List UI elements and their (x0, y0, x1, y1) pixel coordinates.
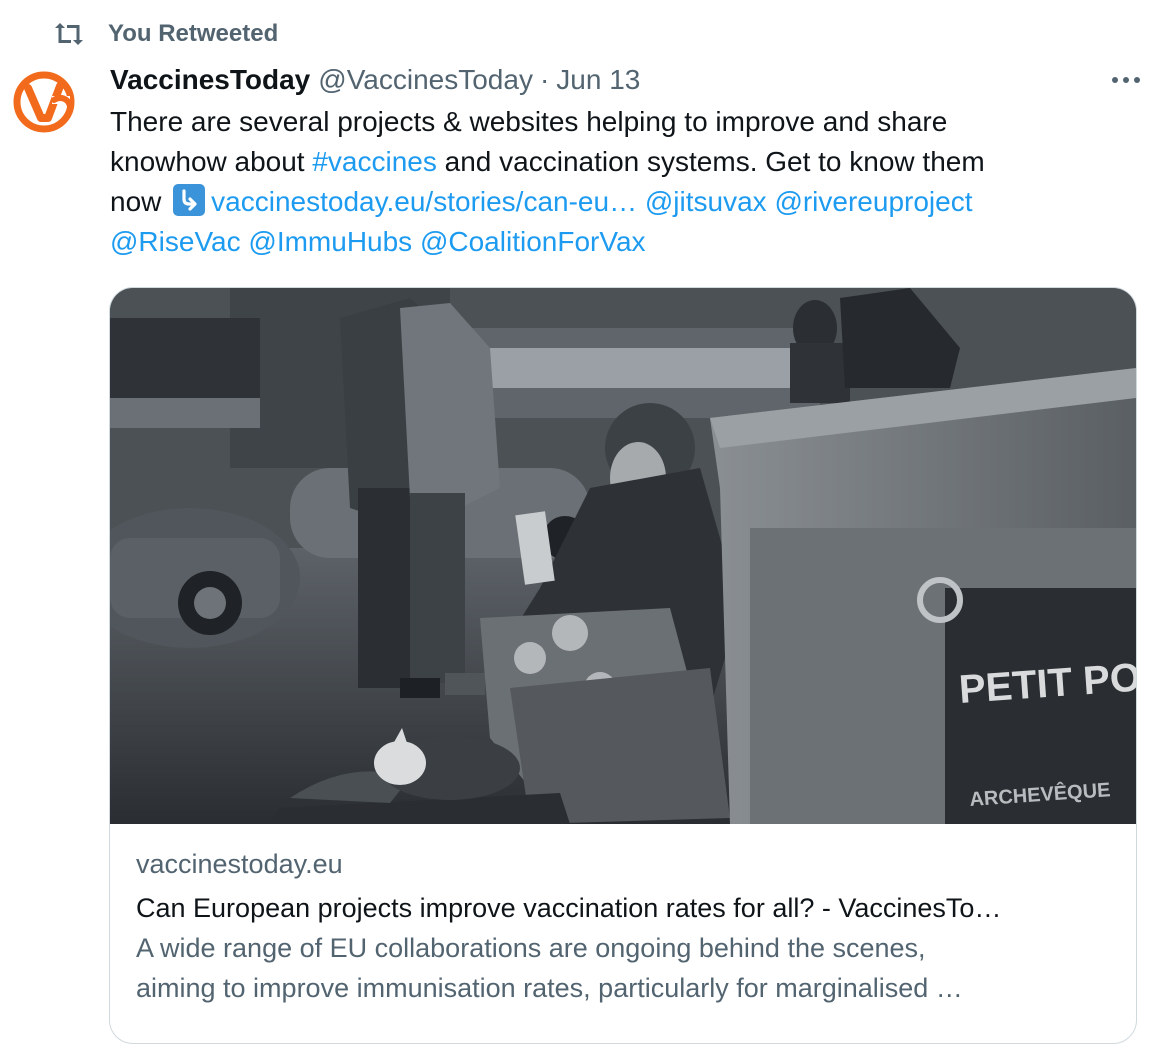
card-image: PETIT PONT ARCHEVÊQUE (110, 288, 1136, 824)
tweet-date[interactable]: Jun 13 (556, 64, 640, 96)
card-title: Can European projects improve vaccinatio… (136, 893, 1002, 923)
tweet-text-line-2: knowhow about #vaccines and vaccination … (110, 142, 1150, 182)
card-description-line-2: aiming to improve immunisation rates, pa… (136, 973, 963, 1003)
link-preview-card[interactable]: PETIT PONT ARCHEVÊQUE vaccinestoday.eu C… (109, 287, 1137, 1044)
hashtag-link[interactable]: #vaccines (312, 146, 437, 177)
vaccinestoday-logo (13, 71, 75, 133)
card-meta: vaccinestoday.eu Can European projects i… (136, 844, 1116, 1008)
text-segment: knowhow about (110, 146, 313, 177)
retweet-icon (52, 18, 86, 50)
avatar[interactable] (8, 66, 80, 138)
mention-link[interactable]: @CoalitionForVax (420, 226, 646, 257)
text-segment: and vaccination systems. Get to know the… (436, 146, 985, 177)
more-dots-icon (1112, 77, 1140, 83)
tweet-header: VaccinesToday @VaccinesToday · Jun 13 (110, 60, 640, 100)
text-segment: now (110, 186, 170, 217)
more-options-button[interactable] (1106, 62, 1146, 98)
mention-link[interactable]: @rivereuproject (774, 186, 972, 217)
author-name[interactable]: VaccinesToday (110, 64, 310, 96)
card-description: A wide range of EU collaborations are on… (136, 928, 1116, 1008)
tweet-text: There are several projects & websites he… (110, 102, 1150, 262)
card-description-line-1: A wide range of EU collaborations are on… (136, 933, 926, 963)
mention-link[interactable]: @RiseVac (110, 226, 241, 257)
tweet-text-line-3: now vaccinestoday.eu/stories/can-eu… @ji… (110, 182, 1150, 222)
arrow-down-right-emoji-icon (173, 184, 206, 216)
card-domain: vaccinestoday.eu (136, 849, 343, 879)
tweet-text-line-4: @RiseVac @ImmuHubs @CoalitionForVax (110, 222, 1150, 262)
tweet-text-line-1: There are several projects & websites he… (110, 106, 948, 137)
retweet-label: You Retweeted (108, 20, 279, 47)
url-link[interactable]: vaccinestoday.eu/stories/can-eu… (211, 186, 637, 217)
mention-link[interactable]: @jitsuvax (645, 186, 767, 217)
author-handle[interactable]: @VaccinesToday (318, 64, 533, 96)
header-separator: · (539, 64, 550, 95)
mention-link[interactable]: @ImmuHubs (248, 226, 412, 257)
retweet-indicator[interactable]: You Retweeted (52, 18, 278, 50)
